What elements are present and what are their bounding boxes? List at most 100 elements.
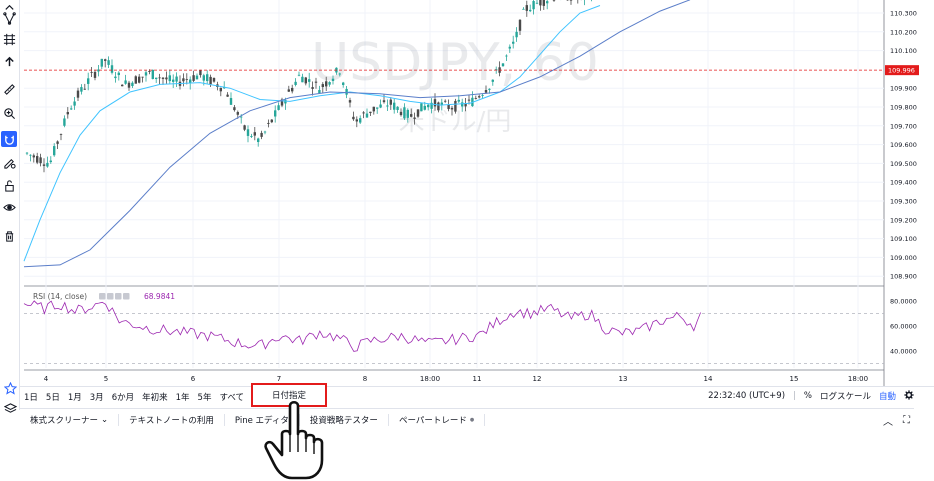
candle-body: [212, 77, 216, 82]
rsi-tick-label: 40.0000: [890, 348, 917, 356]
gear-icon[interactable]: [904, 389, 914, 403]
status-dot-icon: ●: [469, 417, 475, 423]
candle-body: [308, 79, 311, 82]
candle-body: [70, 108, 73, 110]
drawing-lock-icon[interactable]: [1, 154, 17, 170]
candle-body: [297, 74, 301, 76]
candle-body: [403, 107, 406, 119]
log-scale-button[interactable]: ログスケール: [820, 390, 871, 402]
chart-area[interactable]: 110.300 110.200 110.100 109.900 109.800 109.7…: [0, 0, 934, 410]
candle-body: [372, 106, 375, 112]
candle-body: [236, 112, 239, 115]
candle-body: [546, 1, 549, 4]
candle-body: [284, 100, 287, 104]
candle-body: [338, 73, 341, 75]
candle-body: [80, 87, 83, 92]
divider: |: [793, 391, 796, 401]
candle-body: [155, 77, 158, 80]
tab-stock-screener[interactable]: 株式スクリーナー ⌄: [20, 414, 120, 426]
candle-body: [359, 118, 362, 123]
range-3m-button[interactable]: 3月: [86, 391, 108, 403]
magnet-icon[interactable]: [1, 131, 17, 147]
range-5y-button[interactable]: 5年: [194, 391, 216, 403]
range-1m-button[interactable]: 1月: [64, 391, 86, 403]
candle-body: [202, 75, 205, 81]
candle-body: [39, 157, 42, 164]
candle-body: [192, 75, 195, 81]
star-icon[interactable]: [2, 380, 18, 396]
candle-body: [318, 89, 321, 94]
price-tick-label: 110.100: [890, 47, 917, 55]
candle-body: [104, 59, 107, 61]
candle-body: [87, 78, 90, 84]
price-tick-label: 109.100: [890, 235, 917, 243]
candle-body: [277, 105, 280, 110]
candle-body: [100, 58, 103, 67]
candle-body: [321, 84, 324, 88]
percent-scale-button[interactable]: %: [804, 391, 812, 401]
candle-body: [450, 107, 454, 110]
candle-body: [260, 132, 263, 137]
trash-icon[interactable]: [1, 228, 17, 244]
price-tick-label: 109.600: [890, 141, 917, 149]
candle-body: [73, 101, 76, 106]
candle-body: [42, 164, 46, 166]
candle-body: [342, 82, 345, 85]
range-ytd-button[interactable]: 年初来: [138, 391, 172, 403]
candle-body: [467, 99, 471, 101]
range-1y-button[interactable]: 1年: [172, 391, 194, 403]
candle-body: [532, 1, 535, 10]
layers-icon[interactable]: [2, 400, 18, 416]
unlock-icon[interactable]: [1, 177, 17, 193]
range-6m-button[interactable]: 6か月: [108, 391, 138, 403]
arrow-up-icon[interactable]: [1, 53, 17, 69]
tab-label: 株式スクリーナー: [30, 416, 99, 426]
auto-scale-button[interactable]: 自動: [879, 390, 896, 402]
candle-body: [478, 96, 481, 98]
candle-body: [379, 104, 382, 108]
candle-body: [250, 136, 253, 137]
tab-text-notes[interactable]: テキストノートの利用: [119, 414, 225, 426]
candle-body: [518, 19, 522, 31]
range-1d-button[interactable]: 1日: [20, 391, 42, 403]
candle-body: [352, 116, 355, 120]
candle-body: [90, 71, 93, 73]
eye-icon[interactable]: [1, 199, 17, 215]
price-tick-label: 109.000: [890, 254, 917, 262]
collapse-icon[interactable]: ︿: [883, 413, 893, 428]
time-tick-label: 6: [191, 375, 196, 383]
maximize-icon[interactable]: ⛶: [903, 415, 910, 426]
zoom-in-icon[interactable]: [1, 105, 17, 121]
candle-body: [127, 82, 131, 88]
candle-body: [270, 119, 273, 123]
price-tick-label: 108.900: [890, 273, 917, 281]
pattern-tool-icon[interactable]: [1, 10, 17, 26]
candle-body: [420, 103, 423, 112]
tab-paper-trading[interactable]: ペーパートレード ●: [389, 414, 486, 426]
rsi-tick-label: 80.0000: [890, 298, 917, 306]
candle-body: [423, 105, 426, 110]
projection-tool-icon[interactable]: [1, 31, 17, 47]
candle-body: [114, 76, 117, 79]
candle-body: [501, 63, 505, 67]
candle-body: [376, 107, 379, 109]
candle-body: [294, 81, 297, 85]
candle-body: [512, 41, 515, 44]
time-tick-label: 7: [277, 375, 281, 383]
candle-body: [124, 80, 127, 84]
ruler-icon[interactable]: [1, 81, 17, 97]
candle-body: [168, 75, 171, 82]
time-tick-label: 14: [704, 375, 713, 383]
candle-body: [386, 105, 389, 107]
range-all-button[interactable]: すべて: [215, 391, 248, 403]
candle-body: [148, 70, 151, 72]
candle-body: [505, 55, 508, 57]
candle-body: [246, 129, 250, 136]
candle-body: [491, 79, 494, 82]
candle-body: [444, 100, 447, 102]
candle-body: [529, 9, 532, 12]
candle-body: [195, 75, 199, 80]
range-5d-button[interactable]: 5日: [42, 391, 64, 403]
candle-body: [46, 162, 49, 167]
candle-body: [542, 0, 545, 6]
